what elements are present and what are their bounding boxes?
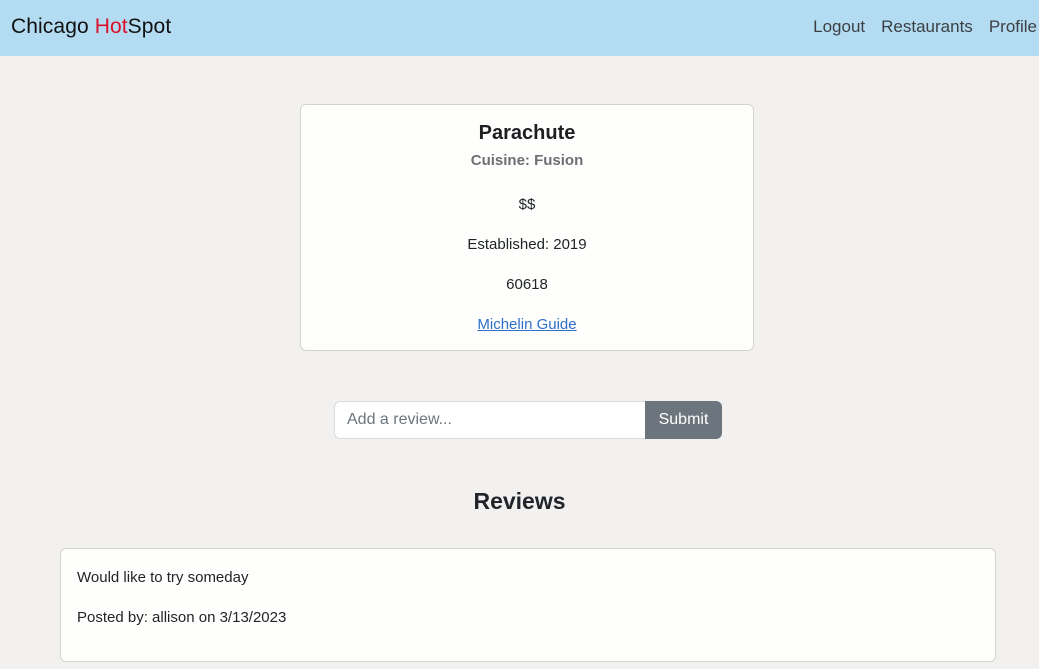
- add-review-form: Submit: [334, 401, 722, 439]
- review-card: Would like to try someday Posted by: all…: [60, 548, 996, 662]
- restaurant-name: Parachute: [478, 122, 576, 144]
- restaurant-zip: 60618: [506, 276, 548, 293]
- restaurant-established: Established: 2019: [467, 236, 587, 253]
- nav-link-profile[interactable]: Profile: [989, 17, 1037, 37]
- review-meta: Posted by: allison on 3/13/2023: [77, 609, 287, 626]
- brand-prefix: Chicago: [11, 15, 95, 38]
- restaurant-cuisine: Cuisine: Fusion: [470, 152, 584, 169]
- restaurant-link-row: Michelin Guide: [301, 316, 753, 333]
- restaurant-card: Parachute Cuisine: Fusion $$ Established…: [300, 104, 754, 351]
- review-text: Would like to try someday: [77, 569, 249, 586]
- nav-links: Logout Restaurants Profile: [797, 17, 1037, 37]
- submit-button[interactable]: Submit: [645, 401, 722, 439]
- restaurant-price: $$: [518, 196, 536, 213]
- brand-suffix: Spot: [127, 15, 172, 38]
- michelin-guide-link[interactable]: Michelin Guide: [477, 316, 576, 333]
- top-navbar: Chicago HotSpot Logout Restaurants Profi…: [0, 0, 1039, 56]
- brand-hot: Hot: [94, 15, 128, 38]
- nav-link-logout[interactable]: Logout: [813, 17, 865, 37]
- review-input[interactable]: [334, 401, 645, 439]
- nav-link-restaurants[interactable]: Restaurants: [881, 17, 973, 37]
- reviews-heading: Reviews: [473, 488, 566, 514]
- brand-logo[interactable]: Chicago HotSpot: [11, 15, 171, 39]
